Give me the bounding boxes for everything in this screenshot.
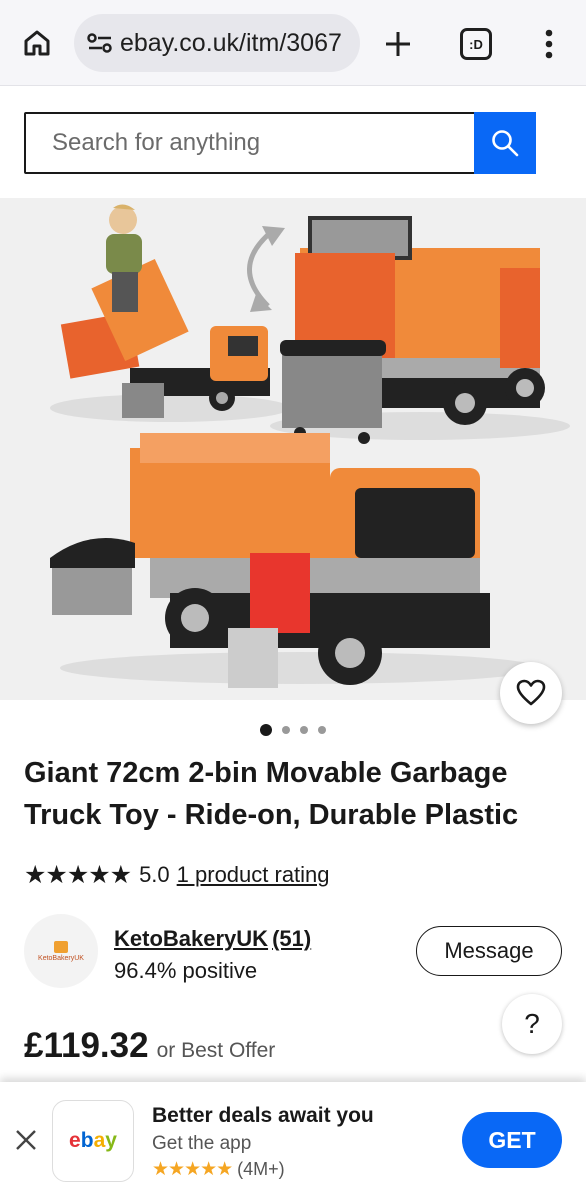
seller-name-link[interactable]: KetoBakeryUK (51): [114, 926, 311, 952]
app-install-banner: ebay Better deals await you Get the app …: [0, 1082, 586, 1200]
search-button[interactable]: [474, 112, 536, 174]
ebay-app-icon[interactable]: ebay: [52, 1100, 134, 1182]
message-button[interactable]: Message: [416, 926, 562, 976]
pagination-dot[interactable]: [300, 726, 308, 734]
logo-letter-e: e: [69, 1129, 81, 1152]
more-menu-icon[interactable]: [534, 24, 564, 64]
search-icon: [492, 130, 519, 157]
listing-title: Giant 72cm 2-bin Movable Garbage Truck T…: [24, 757, 519, 831]
seller-feedback-count: (51): [272, 926, 312, 951]
seller-logo-text: KetoBakeryUK: [38, 954, 84, 962]
logo-letter-y: y: [105, 1129, 117, 1152]
large-truck-rear-illustration: [270, 216, 570, 444]
close-icon[interactable]: [12, 1126, 40, 1154]
logo-letter-a: a: [93, 1129, 106, 1152]
small-truck-illustration: [50, 204, 290, 422]
pagination-dot[interactable]: [260, 724, 272, 736]
pagination-dot[interactable]: [282, 726, 290, 734]
watch-heart-button[interactable]: [500, 662, 562, 724]
rating-row: ★★★★★ 5.0 1 product rating: [24, 858, 330, 892]
rotate-arrow-icon: [247, 226, 285, 312]
tab-switcher-button[interactable]: :D: [460, 28, 492, 60]
pagination-dot[interactable]: [318, 726, 326, 734]
rating-stars-icon: ★★★★★: [24, 861, 132, 889]
seller-name[interactable]: KetoBakeryUK: [114, 926, 268, 951]
seller-avatar[interactable]: KetoBakeryUK: [24, 914, 98, 988]
large-truck-front-illustration: [50, 433, 540, 688]
price-row: £119.32 or Best Offer: [24, 1026, 275, 1066]
search-bar: [24, 112, 536, 174]
address-bar[interactable]: ebay.co.uk/itm/3067: [74, 14, 360, 72]
logo-letter-b: b: [80, 1129, 94, 1152]
banner-title: Better deals await you: [152, 1104, 374, 1127]
new-tab-icon[interactable]: [380, 26, 416, 62]
banner-subtitle: Get the app: [152, 1133, 252, 1154]
best-offer-label: or Best Offer: [156, 1039, 276, 1062]
url-text: ebay.co.uk/itm/3067: [120, 28, 342, 57]
browser-toolbar: ebay.co.uk/itm/3067 :D: [0, 0, 586, 86]
product-image[interactable]: [0, 198, 586, 700]
seller-card: KetoBakeryUK KetoBakeryUK (51) 96.4% posi…: [24, 914, 564, 990]
help-button[interactable]: ?: [502, 994, 562, 1054]
get-app-button[interactable]: GET: [462, 1112, 562, 1168]
site-settings-icon[interactable]: [86, 29, 114, 57]
home-icon[interactable]: [20, 26, 54, 60]
banner-review-count: (4M+): [237, 1159, 285, 1179]
shopping-bag-icon: [54, 940, 68, 953]
image-pagination[interactable]: [0, 722, 586, 738]
heart-icon: [516, 679, 546, 706]
product-rating-link[interactable]: 1 product rating: [177, 862, 330, 888]
seller-positive-feedback: 96.4% positive: [114, 958, 258, 983]
search-input[interactable]: [26, 114, 474, 172]
price: £119.32: [24, 1026, 149, 1065]
banner-stars-icon: ★★★★★: [152, 1159, 233, 1180]
rating-value: 5.0: [139, 862, 170, 887]
banner-rating: ★★★★★ (4M+): [152, 1158, 285, 1181]
